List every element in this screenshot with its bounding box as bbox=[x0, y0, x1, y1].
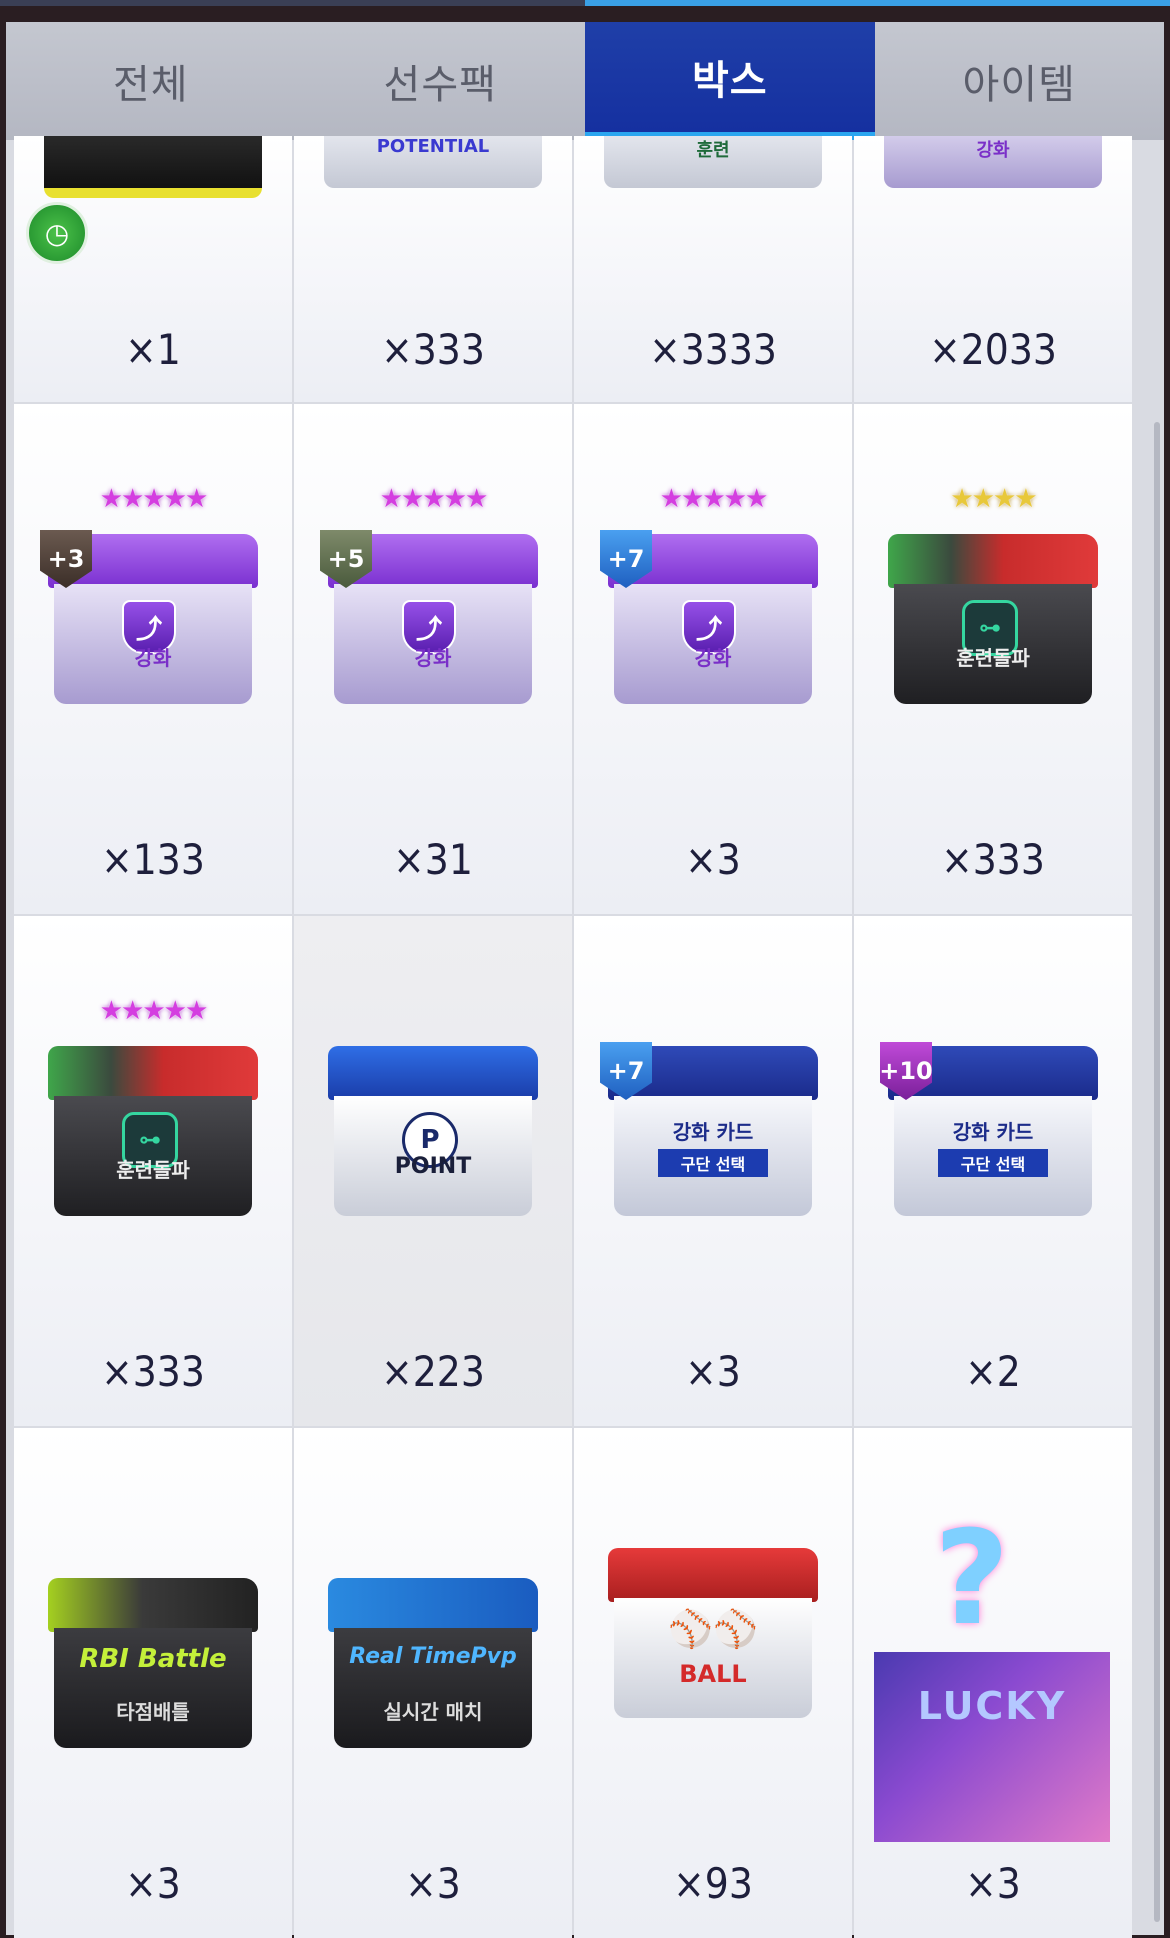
tab-box[interactable]: 박스 bbox=[585, 22, 875, 140]
item-quantity: ×3 bbox=[965, 1859, 1021, 1908]
lucky-box-image: ? LUCKY bbox=[854, 1502, 1132, 1842]
box-item-potential[interactable]: POTENTIAL ×333 bbox=[294, 136, 572, 402]
training-box-image: 훈련 bbox=[604, 136, 822, 188]
tab-all[interactable]: 전체 bbox=[6, 22, 296, 140]
card-subtitle: 구단 선택 bbox=[938, 1149, 1048, 1177]
box-item-point[interactable]: P POINT ×223 bbox=[294, 916, 572, 1426]
item-quantity: ×3 bbox=[405, 1859, 461, 1908]
box-item-enhance-card-plus10[interactable]: 강화 카드 구단 선택 +10 ×2 bbox=[854, 916, 1132, 1426]
star-rating: ★★★★★ bbox=[99, 996, 209, 1026]
item-quantity: ×333 bbox=[101, 1347, 205, 1396]
star-rating: ★★★★★ bbox=[379, 484, 489, 514]
item-quantity: ×93 bbox=[673, 1859, 753, 1908]
clock-icon: ◷ bbox=[26, 202, 88, 264]
rbi-battle-box-image: RBI Battle 타점배틀 bbox=[48, 1578, 258, 1758]
box-label: BALL bbox=[679, 1660, 747, 1688]
box-item-enhance-plus5[interactable]: ★★★★★ ⤴ 강화 +5 ×31 bbox=[294, 404, 572, 914]
item-quantity: ×31 bbox=[393, 835, 473, 884]
box-item-training-breakthrough-5star[interactable]: ★★★★★ ⊶ 훈련돌파 ×333 bbox=[14, 916, 292, 1426]
box-item-rbi-battle[interactable]: RBI Battle 타점배틀 ×3 bbox=[14, 1428, 292, 1938]
item-quantity: ×2033 bbox=[929, 325, 1057, 374]
item-quantity: ×3333 bbox=[649, 325, 777, 374]
box-item-enhance-card-plus7[interactable]: 강화 카드 구단 선택 +7 ×3 bbox=[574, 916, 852, 1426]
point-box-image: P POINT bbox=[328, 1046, 538, 1226]
box-item-training-breakthrough-4star[interactable]: ★★★★ ⊶ 훈련돌파 ×333 bbox=[854, 404, 1132, 914]
box-label: 실시간 매치 bbox=[383, 1700, 483, 1724]
card-title: 강화 카드 bbox=[952, 1120, 1034, 1144]
box-script-label: RBI Battle bbox=[79, 1644, 227, 1674]
box-item-gift-special[interactable]: ◷ ×1 bbox=[14, 136, 292, 402]
box-label: 타점배틀 bbox=[116, 1700, 190, 1724]
box-item-enhance-plus3[interactable]: ★★★★★ ⤴ 강화 +3 ×133 bbox=[14, 404, 292, 914]
training-breakthrough-box-image: ⊶ 훈련돌파 bbox=[48, 1046, 258, 1226]
box-label: 강화 bbox=[134, 646, 172, 670]
ball-box-image: ⚾⚾ BALL bbox=[608, 1548, 818, 1728]
item-quantity: ×333 bbox=[941, 835, 1045, 884]
box-label: LUCKY bbox=[917, 1684, 1067, 1728]
star-rating: ★★★★★ bbox=[659, 484, 769, 514]
item-quantity: ×223 bbox=[381, 1347, 485, 1396]
potential-box-image: POTENTIAL bbox=[324, 136, 542, 188]
card-subtitle: 구단 선택 bbox=[658, 1149, 768, 1177]
item-quantity: ×2 bbox=[965, 1347, 1021, 1396]
training-breakthrough-box-image: ⊶ 훈련돌파 bbox=[888, 534, 1098, 714]
box-label: 훈련돌파 bbox=[116, 1158, 190, 1182]
item-quantity: ×3 bbox=[685, 1347, 741, 1396]
box-item-realtime-match[interactable]: Real TimePvp 실시간 매치 ×3 bbox=[294, 1428, 572, 1938]
box-item-ball[interactable]: ⚾⚾ BALL ×93 bbox=[574, 1428, 852, 1938]
box-script-label: Real TimePvp bbox=[349, 1644, 517, 1669]
box-item-enhance-plus7[interactable]: ★★★★★ ⤴ 강화 +7 ×3 bbox=[574, 404, 852, 914]
category-tabs: 전체 선수팩 박스 아이템 bbox=[6, 22, 1164, 140]
box-label: 강화 bbox=[976, 140, 1010, 161]
top-status-bar bbox=[0, 0, 1170, 6]
gift-box-image bbox=[44, 136, 262, 198]
tab-item[interactable]: 아이템 bbox=[874, 22, 1164, 140]
item-quantity: ×1 bbox=[125, 325, 181, 374]
item-quantity: ×333 bbox=[381, 325, 485, 374]
card-title: 강화 카드 bbox=[672, 1120, 754, 1144]
enhance-box-image: 강화 bbox=[884, 136, 1102, 188]
top-accent-line bbox=[585, 0, 1170, 6]
realtime-match-box-image: Real TimePvp 실시간 매치 bbox=[328, 1578, 538, 1758]
question-mark-icon: ? bbox=[934, 1502, 1010, 1654]
scrollbar[interactable] bbox=[1154, 422, 1160, 1922]
box-label: 훈련돌파 bbox=[956, 646, 1030, 670]
star-rating: ★★★★ bbox=[950, 484, 1037, 514]
box-label: 강화 bbox=[414, 646, 452, 670]
baseball-icon: ⚾⚾ bbox=[668, 1609, 758, 1650]
box-item-lucky-box[interactable]: ? LUCKY ×3 bbox=[854, 1428, 1132, 1938]
item-quantity: ×3 bbox=[125, 1859, 181, 1908]
tab-player-pack[interactable]: 선수팩 bbox=[295, 22, 585, 140]
item-quantity: ×133 bbox=[101, 835, 205, 884]
box-item-enhance[interactable]: 강화 ×2033 bbox=[854, 136, 1132, 402]
box-label: 강화 bbox=[694, 646, 732, 670]
box-label: POTENTIAL bbox=[376, 136, 490, 157]
box-label: 훈련 bbox=[696, 140, 730, 161]
box-grid: ◷ ×1 POTENTIAL ×333 훈련 ×3333 강화 ×2033 ★★… bbox=[14, 136, 1138, 1938]
item-quantity: ×3 bbox=[685, 835, 741, 884]
box-item-training[interactable]: 훈련 ×3333 bbox=[574, 136, 852, 402]
star-rating: ★★★★★ bbox=[99, 484, 209, 514]
box-label: POINT bbox=[394, 1154, 472, 1179]
